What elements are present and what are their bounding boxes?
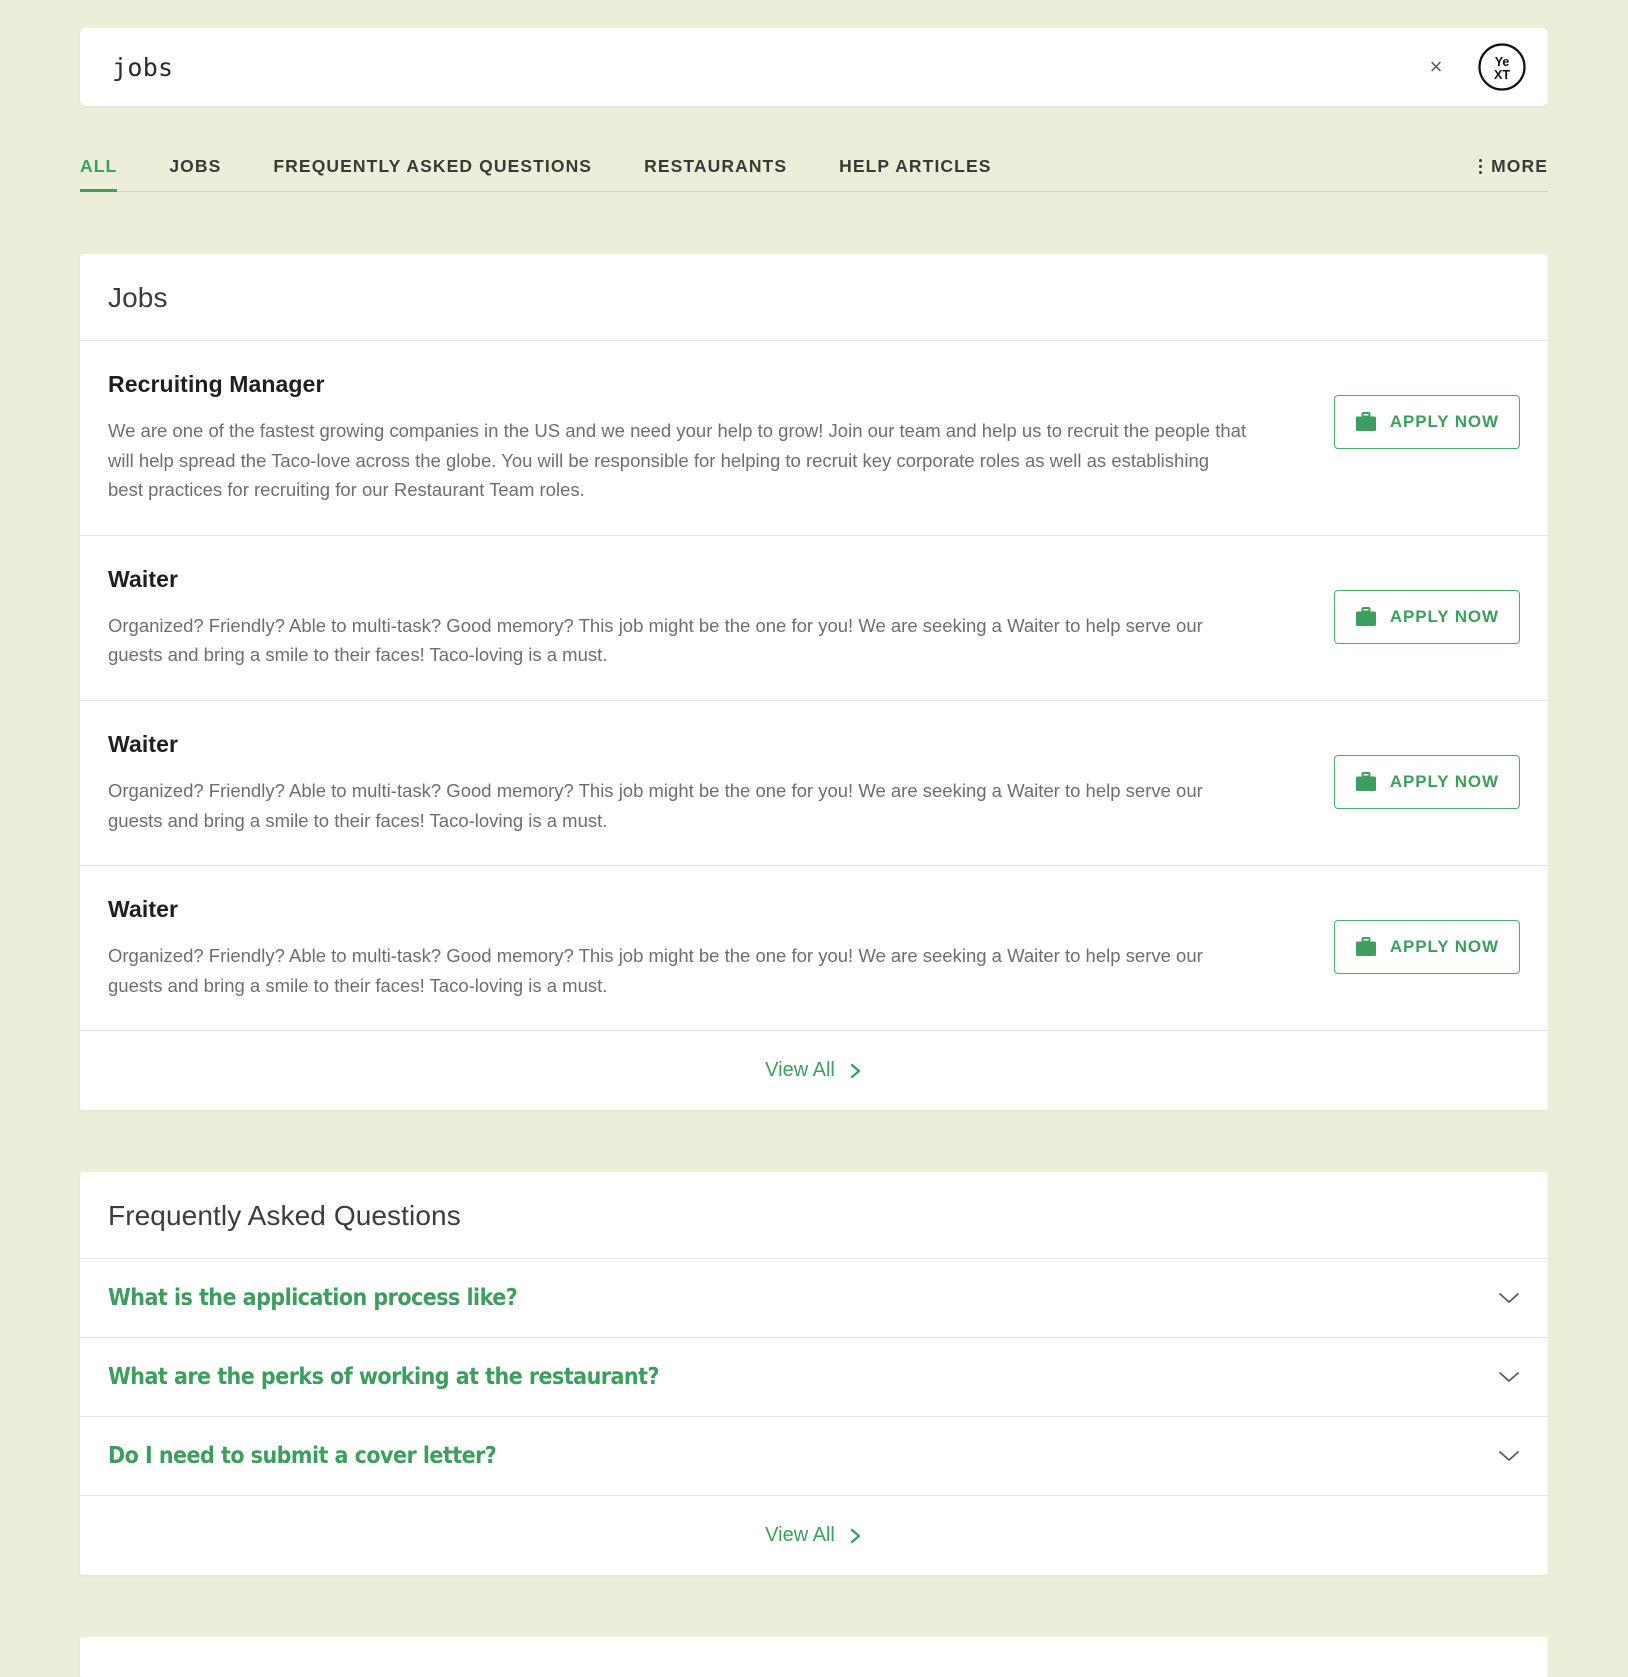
jobs-view-all-button[interactable]: View All xyxy=(765,1059,863,1082)
yext-search-button[interactable]: Ye XT xyxy=(1474,39,1530,95)
chevron-down-icon[interactable] xyxy=(1498,1370,1520,1384)
job-result-row: Waiter Organized? Friendly? Able to mult… xyxy=(80,866,1548,1032)
faq-question: Do I need to submit a cover letter? xyxy=(108,1443,497,1470)
svg-text:Ye: Ye xyxy=(1495,55,1510,69)
job-result-row: Waiter Organized? Friendly? Able to mult… xyxy=(80,536,1548,701)
faq-question: What is the application process like? xyxy=(108,1285,518,1312)
job-description: We are one of the fastest growing compan… xyxy=(108,420,1247,501)
faq-question: What are the perks of working at the res… xyxy=(108,1364,659,1391)
job-result-row: Recruiting Manager We are one of the fas… xyxy=(80,341,1548,536)
tab-help-articles[interactable]: HELP ARTICLES xyxy=(839,156,991,191)
job-content: Waiter Organized? Friendly? Able to mult… xyxy=(108,566,1310,670)
faq-section-title: Frequently Asked Questions xyxy=(80,1172,1548,1260)
job-title: Waiter xyxy=(108,565,179,592)
job-description: Organized? Friendly? Able to multi-task?… xyxy=(108,779,1203,831)
results-tabs: ALL JOBS FREQUENTLY ASKED QUESTIONS REST… xyxy=(80,140,1548,192)
clear-search-button[interactable]: × xyxy=(1416,47,1456,87)
job-content: Waiter Organized? Friendly? Able to mult… xyxy=(108,731,1310,835)
faq-item[interactable]: What is the application process like? xyxy=(80,1259,1548,1339)
faq-view-all-button[interactable]: View All xyxy=(765,1524,863,1547)
search-results-page: × Ye XT ALL JOBS FREQUENTLY ASKED QUESTI… xyxy=(0,28,1628,1677)
jobs-view-all-row: View All xyxy=(80,1031,1548,1110)
search-bar: × Ye XT xyxy=(80,28,1548,106)
tab-more-button[interactable]: MORE xyxy=(1478,156,1548,191)
apply-now-label: APPLY NOW xyxy=(1389,937,1499,957)
view-all-label: View All xyxy=(765,1524,835,1547)
view-all-label: View All xyxy=(765,1059,835,1082)
tab-restaurants[interactable]: RESTAURANTS xyxy=(644,156,787,191)
job-title: Waiter xyxy=(108,896,179,923)
briefcase-icon xyxy=(1355,937,1376,957)
job-description: Organized? Friendly? Able to multi-task?… xyxy=(108,614,1203,666)
apply-now-label: APPLY NOW xyxy=(1389,412,1499,431)
vertical-dots-icon xyxy=(1478,158,1483,175)
apply-now-button[interactable]: APPLY NOW xyxy=(1333,920,1520,975)
apply-now-label: APPLY NOW xyxy=(1389,606,1499,626)
apply-now-label: APPLY NOW xyxy=(1389,771,1499,791)
jobs-section-title: Jobs xyxy=(80,254,1548,341)
briefcase-icon xyxy=(1355,771,1376,791)
faq-view-all-row: View All xyxy=(80,1496,1548,1575)
yext-logo-icon: Ye XT xyxy=(1478,43,1526,91)
tab-frequently-asked-questions[interactable]: FREQUENTLY ASKED QUESTIONS xyxy=(273,156,592,191)
job-result-row: Waiter Organized? Friendly? Able to mult… xyxy=(80,701,1548,867)
chevron-down-icon[interactable] xyxy=(1498,1291,1520,1305)
job-content: Waiter Organized? Friendly? Able to mult… xyxy=(108,896,1310,1000)
tab-jobs[interactable]: JOBS xyxy=(169,156,221,191)
briefcase-icon xyxy=(1355,606,1376,626)
faq-item[interactable]: Do I need to submit a cover letter? xyxy=(80,1417,1548,1497)
next-card-peek xyxy=(80,1637,1548,1677)
job-content: Recruiting Manager We are one of the fas… xyxy=(108,371,1310,505)
apply-now-button[interactable]: APPLY NOW xyxy=(1333,395,1520,449)
apply-now-button[interactable]: APPLY NOW xyxy=(1333,589,1520,644)
close-icon: × xyxy=(1429,54,1443,79)
chevron-down-icon[interactable] xyxy=(1498,1449,1520,1463)
job-description: Organized? Friendly? Able to multi-task?… xyxy=(108,945,1203,996)
tab-all[interactable]: ALL xyxy=(80,156,118,192)
briefcase-icon xyxy=(1355,412,1376,431)
chevron-right-icon xyxy=(850,1063,861,1079)
faq-item[interactable]: What are the perks of working at the res… xyxy=(80,1338,1548,1418)
chevron-right-icon xyxy=(850,1528,861,1544)
apply-now-button[interactable]: APPLY NOW xyxy=(1333,754,1520,809)
more-label: MORE xyxy=(1491,156,1548,176)
job-title: Recruiting Manager xyxy=(108,371,325,397)
faq-card: Frequently Asked Questions What is the a… xyxy=(80,1172,1548,1576)
job-title: Waiter xyxy=(108,730,179,757)
search-input[interactable] xyxy=(112,52,1416,82)
jobs-card: Jobs Recruiting Manager We are one of th… xyxy=(80,254,1548,1111)
svg-text:XT: XT xyxy=(1494,68,1510,82)
